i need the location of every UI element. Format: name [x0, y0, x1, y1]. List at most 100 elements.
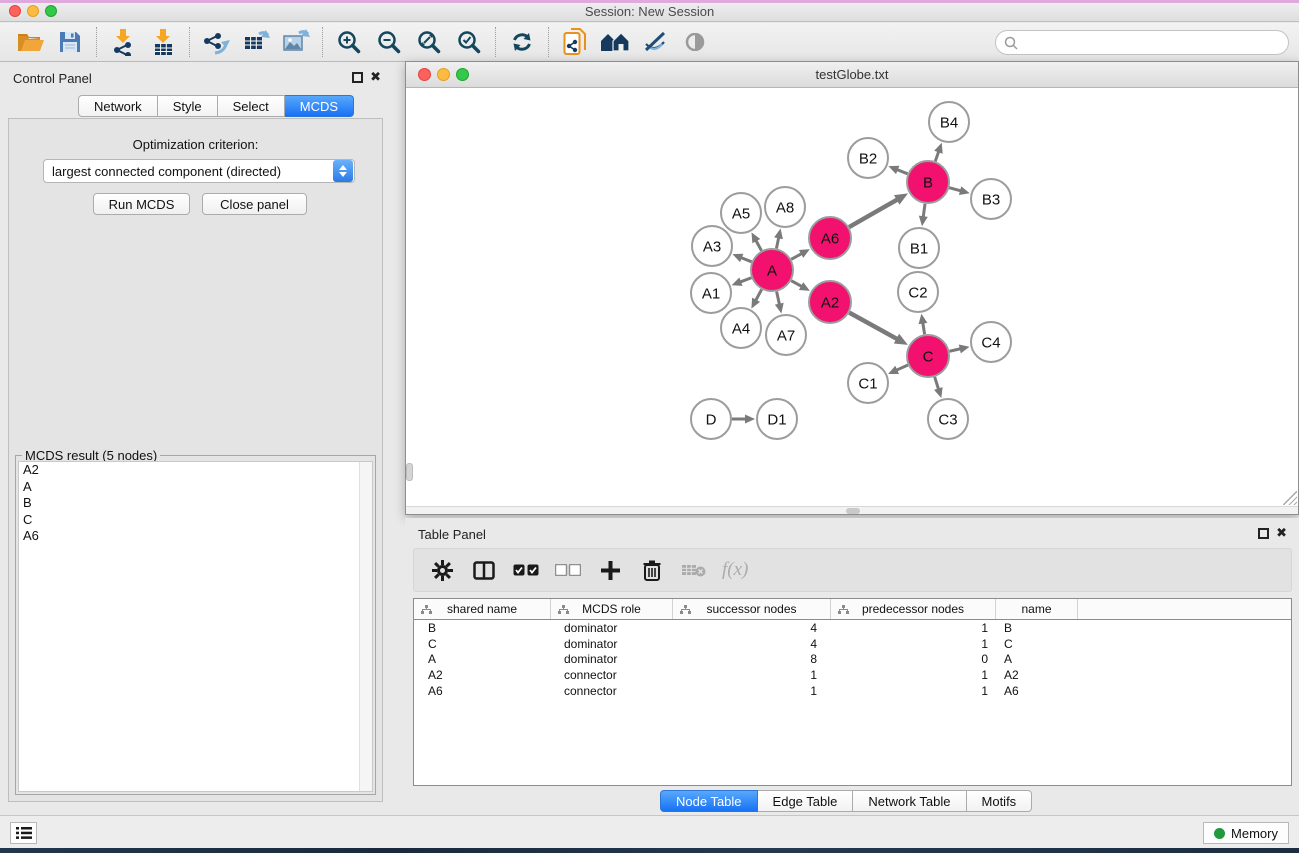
- cell-successor-nodes[interactable]: 4: [673, 637, 831, 651]
- tab-network[interactable]: Network: [78, 95, 158, 117]
- export-image-icon[interactable]: [276, 25, 316, 59]
- cell-predecessor-nodes[interactable]: 1: [831, 621, 996, 635]
- search-input[interactable]: [1018, 33, 1288, 53]
- import-table-icon[interactable]: [143, 25, 183, 59]
- cell-predecessor-nodes[interactable]: 1: [831, 637, 996, 651]
- column-header-predecessor-nodes[interactable]: predecessor nodes: [831, 599, 996, 619]
- column-header-MCDS-role[interactable]: MCDS role: [551, 599, 673, 619]
- cell-MCDS-role[interactable]: connector: [551, 668, 673, 682]
- hide-selected-icon[interactable]: [635, 25, 675, 59]
- tab-mcds[interactable]: MCDS: [285, 95, 354, 117]
- cell-name[interactable]: A6: [996, 684, 1078, 698]
- window-resize-grip[interactable]: [1283, 491, 1297, 505]
- edge-A6-B[interactable]: [849, 199, 898, 227]
- select-all-columns-icon[interactable]: [512, 555, 540, 585]
- table-row[interactable]: A6connector11A6: [414, 683, 1291, 699]
- show-column-selector-icon[interactable]: [470, 555, 498, 585]
- toolbar-search[interactable]: [995, 30, 1289, 55]
- mcds-result-list[interactable]: A2ABCA6: [18, 461, 373, 792]
- cell-MCDS-role[interactable]: dominator: [551, 621, 673, 635]
- list-item[interactable]: C: [19, 512, 372, 529]
- float-table-panel-icon[interactable]: [1258, 528, 1269, 539]
- list-item[interactable]: A2: [19, 462, 372, 479]
- tab-select[interactable]: Select: [218, 95, 285, 117]
- zoom-fit-icon[interactable]: [409, 25, 449, 59]
- column-header-name[interactable]: name: [996, 599, 1078, 619]
- toolbar-separator: [548, 27, 549, 57]
- cell-successor-nodes[interactable]: 1: [673, 668, 831, 682]
- close-panel-icon[interactable]: ✖: [370, 69, 381, 84]
- cell-successor-nodes[interactable]: 1: [673, 684, 831, 698]
- first-neighbors-icon[interactable]: [595, 25, 635, 59]
- export-network-icon[interactable]: [196, 25, 236, 59]
- close-panel-button[interactable]: Close panel: [202, 193, 307, 215]
- network-graph[interactable]: B4B2BB3A8A5A6A3B1AC2A1A2A4A7C4CC1C3DD1: [406, 89, 1298, 507]
- column-header-shared-name[interactable]: shared name: [414, 599, 551, 619]
- column-header-successor-nodes[interactable]: successor nodes: [673, 599, 831, 619]
- edge-C-C3[interactable]: [935, 377, 939, 390]
- network-horizontal-scroll-thumb[interactable]: [846, 508, 860, 514]
- cell-shared-name[interactable]: B: [414, 621, 551, 635]
- memory-button[interactable]: Memory: [1203, 822, 1289, 844]
- cell-shared-name[interactable]: A: [414, 652, 551, 666]
- cell-predecessor-nodes[interactable]: 1: [831, 668, 996, 682]
- network-vertical-scroll-thumb[interactable]: [406, 463, 413, 481]
- edge-A2-C[interactable]: [849, 313, 898, 340]
- cell-name[interactable]: A2: [996, 668, 1078, 682]
- cell-shared-name[interactable]: A6: [414, 684, 551, 698]
- cell-name[interactable]: C: [996, 637, 1078, 651]
- edge-A-A4[interactable]: [755, 289, 761, 301]
- close-table-panel-icon[interactable]: ✖: [1276, 525, 1287, 540]
- tab-network-table[interactable]: Network Table: [853, 790, 966, 812]
- cell-name[interactable]: B: [996, 621, 1078, 635]
- unselect-all-columns-icon[interactable]: [554, 555, 582, 585]
- edge-arrowhead: [959, 345, 970, 354]
- network-horizontal-scrollbar[interactable]: [406, 506, 1298, 514]
- tab-edge-table[interactable]: Edge Table: [758, 790, 854, 812]
- cell-MCDS-role[interactable]: connector: [551, 684, 673, 698]
- cell-MCDS-role[interactable]: dominator: [551, 637, 673, 651]
- show-all-icon[interactable]: [675, 25, 715, 59]
- create-new-column-icon[interactable]: [596, 555, 624, 585]
- open-session-icon[interactable]: [10, 25, 50, 59]
- network-window-titlebar[interactable]: testGlobe.txt: [406, 62, 1298, 88]
- cell-name[interactable]: A: [996, 652, 1078, 666]
- edge-C-C1[interactable]: [895, 365, 908, 371]
- table-settings-gear-icon[interactable]: [428, 555, 456, 585]
- tab-style[interactable]: Style: [158, 95, 218, 117]
- table-row[interactable]: Bdominator41B: [414, 620, 1291, 636]
- list-item[interactable]: B: [19, 495, 372, 512]
- list-item[interactable]: A: [19, 479, 372, 496]
- cell-shared-name[interactable]: C: [414, 637, 551, 651]
- list-item[interactable]: A6: [19, 528, 372, 545]
- new-network-from-selection-icon[interactable]: [555, 25, 595, 59]
- cell-MCDS-role[interactable]: dominator: [551, 652, 673, 666]
- tab-motifs[interactable]: Motifs: [967, 790, 1033, 812]
- table-row[interactable]: Cdominator41C: [414, 636, 1291, 652]
- zoom-out-icon[interactable]: [369, 25, 409, 59]
- run-mcds-button[interactable]: Run MCDS: [93, 193, 190, 215]
- zoom-in-icon[interactable]: [329, 25, 369, 59]
- table-row[interactable]: A2connector11A2: [414, 667, 1291, 683]
- result-list-scrollbar[interactable]: [359, 462, 372, 791]
- save-session-icon[interactable]: [50, 25, 90, 59]
- float-panel-icon[interactable]: [352, 72, 363, 83]
- cell-shared-name[interactable]: A2: [414, 668, 551, 682]
- refresh-layout-icon[interactable]: [502, 25, 542, 59]
- zoom-selected-icon[interactable]: [449, 25, 489, 59]
- delete-column-trash-icon[interactable]: [638, 555, 666, 585]
- task-history-button[interactable]: [10, 822, 37, 844]
- export-table-icon[interactable]: [236, 25, 276, 59]
- edge-A-A7[interactable]: [777, 292, 780, 306]
- optimization-criterion-select[interactable]: largest connected component (directed): [43, 159, 355, 183]
- cell-successor-nodes[interactable]: 8: [673, 652, 831, 666]
- tab-node-table[interactable]: Node Table: [660, 790, 758, 812]
- cell-successor-nodes[interactable]: 4: [673, 621, 831, 635]
- table-row[interactable]: Adominator80A: [414, 652, 1291, 668]
- cell-predecessor-nodes[interactable]: 0: [831, 652, 996, 666]
- import-network-icon[interactable]: [103, 25, 143, 59]
- network-canvas[interactable]: B4B2BB3A8A5A6A3B1AC2A1A2A4A7C4CC1C3DD1: [406, 89, 1298, 507]
- edge-B-B1[interactable]: [923, 204, 925, 218]
- edge-arrowhead: [732, 277, 743, 285]
- cell-predecessor-nodes[interactable]: 1: [831, 684, 996, 698]
